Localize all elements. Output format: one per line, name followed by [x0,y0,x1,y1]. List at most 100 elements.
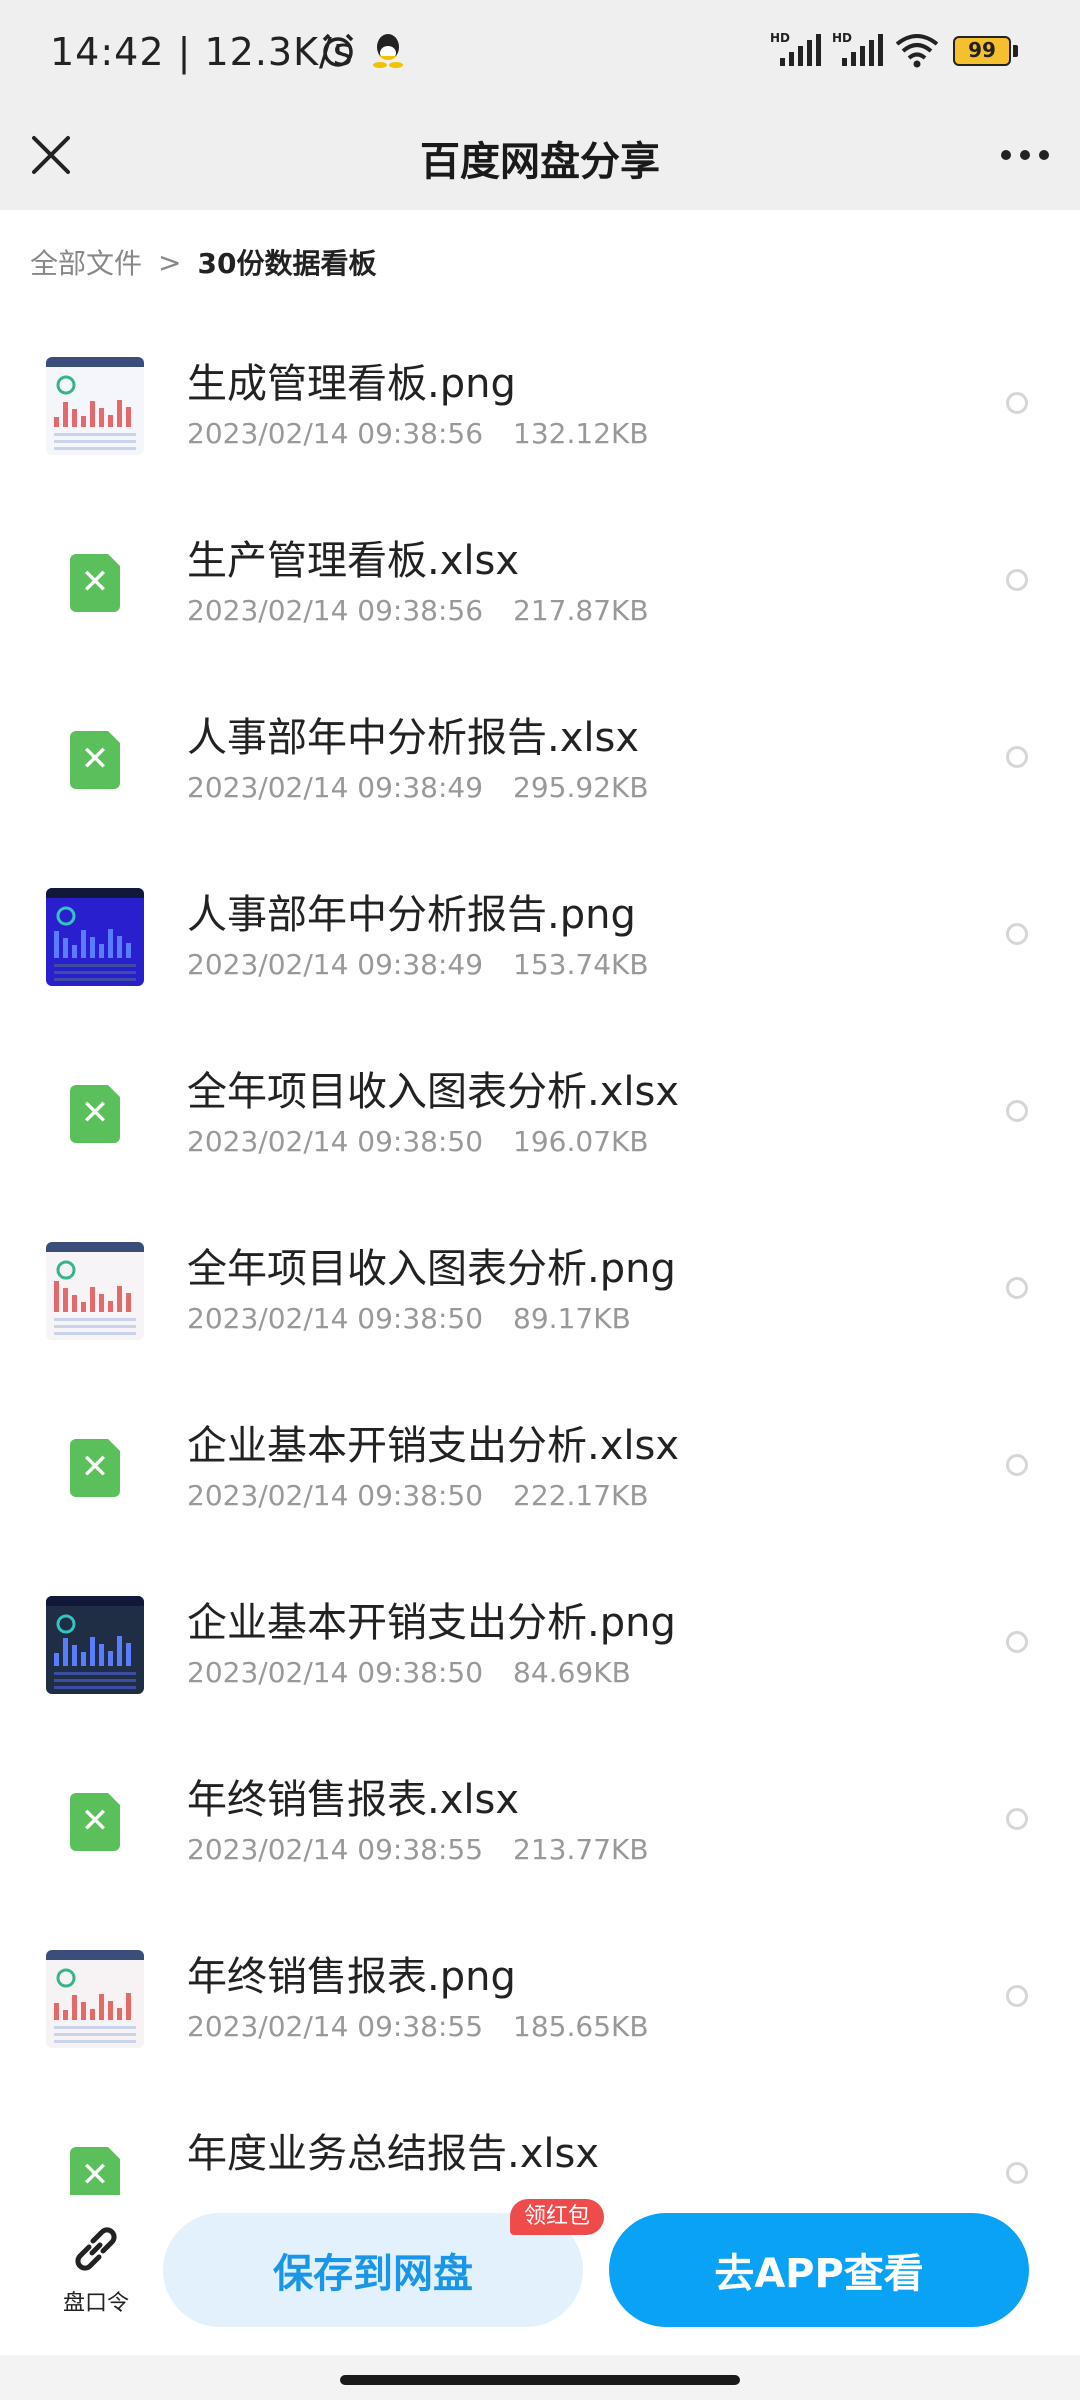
page-title: 百度网盘分享 [420,139,660,185]
file-date: 2023/02/14 09:38:50 [187,1479,484,1512]
select-radio[interactable] [1006,1808,1028,1830]
xlsx-file-icon: ✕ [46,1065,144,1163]
home-indicator[interactable] [340,2375,740,2385]
more-options-icon[interactable] [998,135,1052,175]
file-name: 人事部年中分析报告.xlsx [187,715,640,761]
file-meta: 2023/02/14 09:38:50 84.69KB [187,1656,631,1689]
file-size: 213.77KB [513,1833,649,1866]
file-meta: 2023/02/14 09:38:50 89.17KB [187,1302,631,1335]
image-thumbnail-icon [46,1950,144,2048]
excel-icon: ✕ [70,1439,120,1497]
select-radio[interactable] [1006,1100,1028,1122]
share-code-label: 盘口令 [62,2291,129,2316]
qq-icon [373,34,403,68]
file-meta: 2023/02/14 09:38:56 217.87KB [187,594,649,627]
file-list: 生成管理看板.png 2023/02/14 09:38:56 132.12KB ✕ 生产… [0,315,1080,2262]
file-meta: 2023/02/14 09:38:50 222.17KB [187,1479,649,1512]
file-row[interactable]: ✕ 人事部年中分析报告.xlsx 2023/02/14 09:38:49 295.92… [0,669,1080,846]
file-row[interactable]: 全年项目收入图表分析.png 2023/02/14 09:38:50 89.17KB [0,1200,1080,1377]
file-row[interactable]: 人事部年中分析报告.png 2023/02/14 09:38:49 153.74KB [0,846,1080,1023]
image-thumbnail-icon [46,1242,144,1340]
battery-level: 99 [968,38,996,62]
file-meta: 2023/02/14 09:38:49 153.74KB [187,948,649,981]
select-radio[interactable] [1006,392,1028,414]
dashboard-preview-icon [46,1596,144,1689]
xlsx-file-icon: ✕ [46,1419,144,1517]
file-row[interactable]: ✕ 生产管理看板.xlsx 2023/02/14 09:38:56 217.87KB [0,492,1080,669]
xlsx-file-icon: ✕ [46,1773,144,1871]
file-row[interactable]: 年终销售报表.png 2023/02/14 09:38:55 185.65KB [0,1908,1080,2085]
select-radio[interactable] [1006,923,1028,945]
file-size: 153.74KB [513,948,649,981]
excel-icon: ✕ [70,1793,120,1851]
file-meta: 2023/02/14 09:38:55 213.77KB [187,1833,649,1866]
svg-text:HD: HD [770,31,790,45]
excel-icon: ✕ [70,731,120,789]
file-size: 185.65KB [513,2010,649,2043]
file-date: 2023/02/14 09:38:49 [187,771,484,804]
status-bar: 14:42 | 12.3K/s HD HD 99 [0,0,1080,105]
file-row[interactable]: ✕ 全年项目收入图表分析.xlsx 2023/02/14 09:38:50 196.0… [0,1023,1080,1200]
file-row[interactable]: 生成管理看板.png 2023/02/14 09:38:56 132.12KB [0,315,1080,492]
wifi-icon [895,34,939,68]
battery-icon: 99 [953,36,1019,66]
file-meta: 2023/02/14 09:38:56 132.12KB [187,417,649,450]
dashboard-preview-icon [46,1242,144,1335]
file-size: 217.87KB [513,594,649,627]
file-name: 企业基本开销支出分析.xlsx [187,1423,680,1469]
file-name: 年终销售报表.xlsx [187,1777,520,1823]
open-in-app-button[interactable]: 去APP查看 [609,2213,1029,2327]
clock-text: 14:42 [50,30,165,74]
file-size: 295.92KB [513,771,649,804]
signal-hd-icon-2: HD [832,31,883,66]
breadcrumb-current: 30份数据看板 [197,247,377,280]
alarm-icon [322,33,354,67]
select-radio[interactable] [1006,1454,1028,1476]
breadcrumb: 全部文件 > 30份数据看板 [30,240,376,284]
select-radio[interactable] [1006,2162,1028,2184]
file-meta: 2023/02/14 09:38:55 185.65KB [187,2010,649,2043]
file-date: 2023/02/14 09:38:50 [187,1656,484,1689]
file-name: 企业基本开销支出分析.png [187,1600,676,1646]
excel-x-glyph: ✕ [80,562,110,602]
file-date: 2023/02/14 09:38:49 [187,948,484,981]
divider-text: | [177,30,205,74]
file-name: 人事部年中分析报告.png [187,892,636,938]
file-name: 年终销售报表.png [187,1954,516,2000]
red-packet-badge[interactable]: 领红包 [510,2199,605,2235]
file-size: 132.12KB [513,417,649,450]
dashboard-preview-icon [46,357,144,450]
file-meta: 2023/02/14 09:38:50 196.07KB [187,1125,649,1158]
file-size: 89.17KB [513,1302,631,1335]
file-row[interactable]: ✕ 企业基本开销支出分析.xlsx 2023/02/14 09:38:50 222.1… [0,1377,1080,1554]
file-name: 生成管理看板.png [187,361,516,407]
excel-x-glyph: ✕ [80,1093,110,1133]
bottom-action-bar: 盘口令 保存到网盘 领红包 去APP查看 [0,2195,1080,2345]
xlsx-file-icon: ✕ [46,534,144,632]
image-thumbnail-icon [46,357,144,455]
select-radio[interactable] [1006,569,1028,591]
excel-x-glyph: ✕ [80,1447,110,1487]
excel-x-glyph: ✕ [80,2155,110,2195]
select-radio[interactable] [1006,746,1028,768]
file-name: 全年项目收入图表分析.xlsx [187,1069,680,1115]
select-radio[interactable] [1006,1277,1028,1299]
gesture-bar-area [0,2355,1080,2400]
file-row[interactable]: 企业基本开销支出分析.png 2023/02/14 09:38:50 84.69KB [0,1554,1080,1731]
file-row[interactable]: ✕ 年终销售报表.xlsx 2023/02/14 09:38:55 213.77KB [0,1731,1080,1908]
breadcrumb-root[interactable]: 全部文件 [30,242,142,282]
breadcrumb-separator: > [158,245,182,279]
file-date: 2023/02/14 09:38:50 [187,1125,484,1158]
file-name: 年度业务总结报告.xlsx [187,2131,600,2177]
select-radio[interactable] [1006,1631,1028,1653]
file-date: 2023/02/14 09:38:55 [187,2010,484,2043]
file-name: 全年项目收入图表分析.png [187,1246,676,1292]
select-radio[interactable] [1006,1985,1028,2007]
file-meta: 2023/02/14 09:38:49 295.92KB [187,771,649,804]
xlsx-file-icon: ✕ [46,711,144,809]
share-code-button[interactable]: 盘口令 [46,2215,146,2335]
file-date: 2023/02/14 09:38:56 [187,417,484,450]
nav-bar: 百度网盘分享 [0,105,1080,210]
dashboard-preview-icon [46,888,144,981]
file-size: 196.07KB [513,1125,649,1158]
